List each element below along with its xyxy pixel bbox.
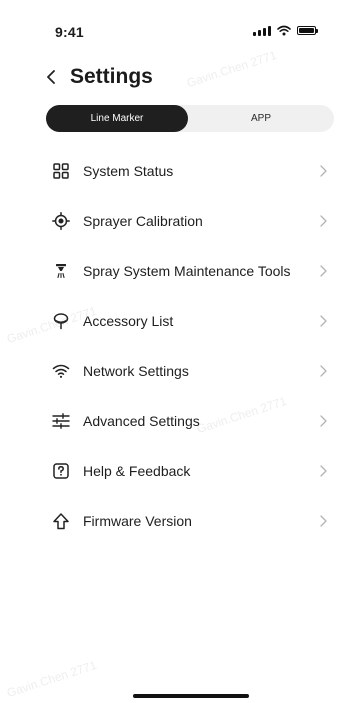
- grid-icon: [52, 162, 70, 180]
- chevron-right-icon: [320, 265, 327, 277]
- watermark: Gavin.Chen 2771: [5, 657, 99, 701]
- menu-item-system-status[interactable]: System Status: [0, 146, 340, 196]
- tab-app[interactable]: APP: [188, 105, 334, 132]
- help-icon: [52, 462, 70, 480]
- chevron-right-icon: [320, 315, 327, 327]
- segmented-control: Line Marker APP: [46, 105, 334, 132]
- menu-item-accessory-list[interactable]: Accessory List: [0, 296, 340, 346]
- chevron-left-icon: [47, 70, 55, 84]
- menu-item-network-settings[interactable]: Network Settings: [0, 346, 340, 396]
- upload-arrow-icon: [52, 512, 70, 530]
- watermark: Gavin.Chen 2771: [185, 47, 279, 91]
- status-bar: 9:41: [0, 0, 340, 44]
- status-icons: [253, 25, 318, 36]
- wifi-icon: [52, 362, 70, 380]
- menu-item-label: Firmware Version: [83, 513, 192, 529]
- tab-line-marker[interactable]: Line Marker: [46, 105, 188, 132]
- menu-item-sprayer-calibration[interactable]: Sprayer Calibration: [0, 196, 340, 246]
- menu-item-label: Help & Feedback: [83, 463, 191, 479]
- page-title: Settings: [70, 65, 153, 88]
- crosshair-icon: [52, 212, 70, 230]
- chevron-right-icon: [320, 365, 327, 377]
- menu-item-label: Spray System Maintenance Tools: [83, 263, 291, 279]
- cellular-signal-icon: [253, 25, 271, 36]
- wifi-status-icon: [277, 25, 291, 36]
- chevron-right-icon: [320, 515, 327, 527]
- menu-item-advanced-settings[interactable]: Advanced Settings: [0, 396, 340, 446]
- menu-item-label: Sprayer Calibration: [83, 213, 203, 229]
- menu-item-help-feedback[interactable]: Help & Feedback: [0, 446, 340, 496]
- spray-nozzle-icon: [52, 262, 70, 280]
- menu-item-label: Accessory List: [83, 313, 174, 329]
- menu-item-spray-system-maintenance-tools[interactable]: Spray System Maintenance Tools: [0, 246, 340, 296]
- menu-item-label: Advanced Settings: [83, 413, 200, 429]
- sliders-icon: [52, 412, 70, 430]
- header: Settings: [46, 62, 153, 92]
- status-time: 9:41: [55, 24, 84, 40]
- back-button[interactable]: [46, 62, 64, 92]
- menu-item-label: System Status: [83, 163, 174, 179]
- home-indicator: [133, 694, 249, 698]
- battery-icon: [297, 26, 318, 35]
- chevron-right-icon: [320, 215, 327, 227]
- chevron-right-icon: [320, 165, 327, 177]
- chevron-right-icon: [320, 465, 327, 477]
- accessory-icon: [52, 312, 70, 330]
- chevron-right-icon: [320, 415, 327, 427]
- settings-menu: System Status Sprayer Calibration Spray …: [0, 146, 340, 546]
- menu-item-label: Network Settings: [83, 363, 189, 379]
- menu-item-firmware-version[interactable]: Firmware Version: [0, 496, 340, 546]
